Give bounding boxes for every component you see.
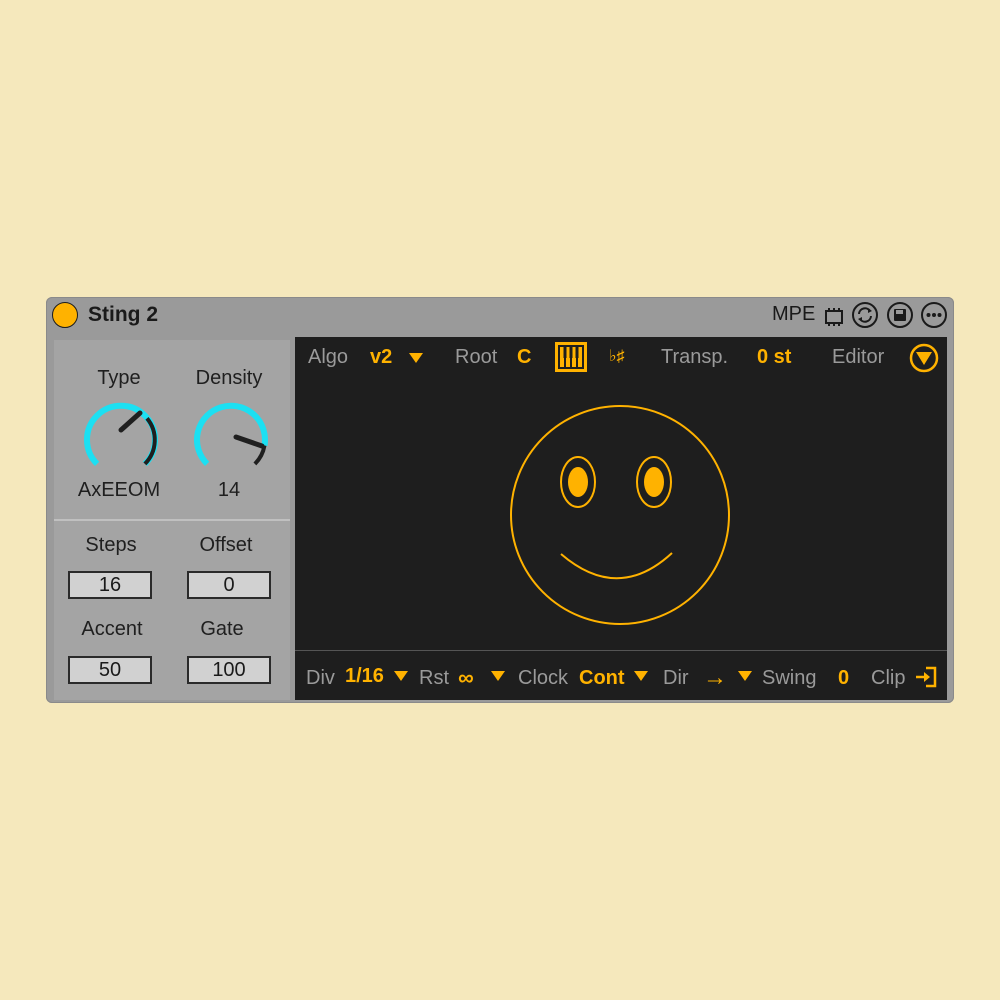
algo-dropdown-icon[interactable] [408, 352, 424, 364]
steps-label: Steps [85, 534, 137, 556]
density-label: Density [195, 367, 263, 389]
sting-device: Sting 2 MPE Type Density AxEEOM 14 Steps… [46, 297, 954, 703]
direction-label: Dir [663, 667, 689, 689]
clip-export-icon[interactable] [914, 665, 938, 689]
flat-sharp-toggle[interactable]: ♭♯ [609, 346, 625, 366]
bottom-separator [295, 650, 947, 651]
clock-value[interactable]: Cont [579, 667, 625, 690]
algo-label: Algo [308, 346, 349, 368]
smiley-face-graphic [510, 405, 730, 625]
reset-dropdown-icon[interactable] [490, 670, 506, 682]
panel-divider [54, 519, 290, 521]
device-name: Sting 2 [88, 303, 159, 326]
type-value: AxEEOM [77, 479, 161, 501]
direction-value[interactable]: → [703, 664, 727, 692]
type-knob[interactable] [76, 395, 166, 485]
mpe-label: MPE [772, 303, 816, 325]
device-power-button[interactable] [52, 302, 78, 328]
clip-label: Clip [871, 667, 906, 689]
transpose-value[interactable]: 0 st [757, 346, 791, 369]
clock-dropdown-icon[interactable] [633, 670, 649, 682]
gate-field[interactable]: 100 [187, 656, 271, 684]
type-label: Type [97, 367, 141, 389]
transpose-label: Transp. [661, 346, 729, 368]
sequencer-display: Algo v2 Root C ♭♯ Transp. 0 st Editor Di… [295, 337, 947, 700]
more-options-icon[interactable] [920, 301, 948, 329]
device-title-bar: Sting 2 MPE [46, 297, 954, 335]
steps-field[interactable]: 16 [68, 571, 152, 599]
div-dropdown-icon[interactable] [393, 670, 409, 682]
root-value[interactable]: C [517, 346, 531, 369]
hot-swap-icon[interactable] [851, 301, 879, 329]
div-value[interactable]: 1/16 [345, 665, 384, 688]
div-label: Div [306, 667, 335, 689]
offset-label: Offset [199, 534, 253, 556]
direction-dropdown-icon[interactable] [737, 670, 753, 682]
accent-label: Accent [81, 618, 143, 640]
swing-value[interactable]: 0 [838, 667, 849, 690]
algo-value[interactable]: v2 [370, 346, 392, 369]
gate-label: Gate [200, 618, 244, 640]
swing-label: Swing [762, 667, 817, 689]
reset-value[interactable]: ∞ [458, 665, 474, 691]
editor-label: Editor [832, 346, 885, 368]
density-knob[interactable] [186, 395, 276, 485]
editor-toggle-icon[interactable] [909, 343, 939, 373]
piano-keys-icon[interactable] [555, 342, 587, 372]
reset-label: Rst [419, 667, 449, 689]
accent-field[interactable]: 50 [68, 656, 152, 684]
left-control-panel: Type Density AxEEOM 14 Steps Offset 16 0… [54, 340, 290, 700]
offset-field[interactable]: 0 [187, 571, 271, 599]
root-label: Root [455, 346, 498, 368]
save-icon[interactable] [886, 301, 914, 329]
mpe-chip-icon[interactable] [823, 306, 845, 328]
density-value: 14 [217, 479, 241, 501]
clock-label: Clock [518, 667, 569, 689]
